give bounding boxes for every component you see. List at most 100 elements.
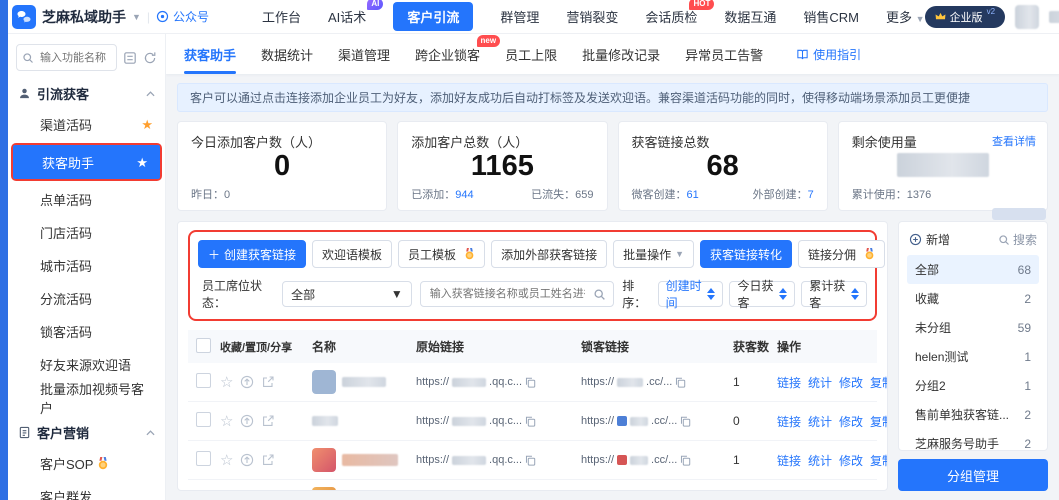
row-checkbox[interactable] [196, 412, 211, 427]
favorite-star-icon[interactable]: ★ [136, 156, 148, 169]
nav-item-customer-acquisition[interactable]: 客户引流 [393, 2, 473, 31]
copy-icon[interactable] [525, 455, 536, 466]
pin-top-icon[interactable] [240, 453, 254, 467]
action-copy[interactable]: 复制 [870, 452, 888, 469]
sidebar-item-city-qr[interactable]: 城市活码 [8, 249, 165, 282]
sidebar-section-acquisition[interactable]: 引流获客 [8, 75, 165, 108]
pin-top-icon[interactable] [240, 375, 254, 389]
star-icon[interactable]: ☆ [220, 375, 233, 390]
tab-acquisition-assistant[interactable]: 获客助手 [184, 34, 236, 74]
sort-create-time[interactable]: 创建时间 [658, 281, 724, 307]
action-stats[interactable]: 统计 [808, 374, 832, 391]
group-item-sesame-service[interactable]: 芝麻服务号助手2 [907, 429, 1039, 451]
link-conversion-button[interactable]: 获客链接转化 [700, 240, 792, 268]
group-item-helen-test[interactable]: helen测试1 [907, 342, 1039, 371]
share-icon[interactable] [261, 414, 275, 428]
pin-top-icon[interactable] [240, 414, 254, 428]
nav-item-ai-script[interactable]: AI话术 AI [328, 7, 366, 26]
tab-cross-company-lock[interactable]: 跨企业锁客 new [415, 34, 480, 74]
copy-icon[interactable] [675, 377, 686, 388]
group-search-button[interactable]: 搜索 [998, 231, 1037, 248]
action-copy[interactable]: 复制 [870, 374, 888, 391]
copy-icon[interactable] [525, 377, 536, 388]
edition-badge[interactable]: 企业版 v2 [925, 6, 1005, 28]
sidebar-item-customer-mass-send[interactable]: 客户群发 [8, 480, 165, 500]
nav-item-marketing-fission[interactable]: 营销裂变 [566, 7, 618, 26]
sidebar-item-friend-source-welcome[interactable]: 好友来源欢迎语 [8, 348, 165, 381]
create-link-button[interactable]: ＋ 创建获客链接 [198, 240, 306, 268]
sidebar-search-box[interactable] [16, 44, 117, 71]
sidebar-item-customer-sop[interactable]: 客户SOP [8, 447, 165, 480]
action-link[interactable]: 链接 [777, 491, 801, 492]
copy-icon[interactable] [680, 416, 691, 427]
star-icon[interactable]: ☆ [220, 414, 233, 429]
row-checkbox[interactable] [196, 373, 211, 388]
panel-list-icon[interactable] [123, 51, 137, 65]
nav-item-group-management[interactable]: 群管理 [500, 7, 539, 26]
sidebar-section-marketing[interactable]: 客户营销 [8, 414, 165, 447]
sidebar-item-channel-qr[interactable]: 渠道活码 ★ [8, 108, 165, 141]
tab-data-statistics[interactable]: 数据统计 [261, 34, 313, 74]
sort-total-acquired[interactable]: 累计获客 [801, 281, 867, 307]
group-manage-button[interactable]: 分组管理 [898, 459, 1048, 491]
action-edit[interactable]: 修改 [839, 374, 863, 391]
action-link[interactable]: 链接 [777, 452, 801, 469]
seat-status-select[interactable]: 全部 ▼ [282, 281, 412, 307]
sidebar-search-input[interactable] [38, 51, 108, 65]
nav-item-more[interactable]: 更多 ▼ [886, 7, 925, 26]
action-edit[interactable]: 修改 [839, 491, 863, 492]
action-edit[interactable]: 修改 [839, 413, 863, 430]
usage-guide-link[interactable]: 使用指引 [796, 46, 861, 63]
nav-item-workbench[interactable]: 工作台 [262, 7, 301, 26]
group-item-group2[interactable]: 分组21 [907, 371, 1039, 400]
sort-today-acquired[interactable]: 今日获客 [729, 281, 795, 307]
staff-template-button[interactable]: 员工模板 [398, 240, 485, 268]
favorite-star-icon[interactable]: ★ [141, 118, 153, 131]
star-icon[interactable]: ☆ [220, 453, 233, 468]
nav-item-data-interchange[interactable]: 数据互通 [724, 7, 776, 26]
action-link[interactable]: 链接 [777, 374, 801, 391]
share-icon[interactable] [261, 375, 275, 389]
tab-batch-edit-records[interactable]: 批量修改记录 [582, 34, 660, 74]
sidebar-item-order-qr[interactable]: 点单活码 [8, 183, 165, 216]
sidebar-item-lock-qr[interactable]: 锁客活码 [8, 315, 165, 348]
tab-abnormal-employee-alert[interactable]: 异常员工告警 [685, 34, 763, 74]
official-account-link[interactable]: 公众号 [156, 8, 209, 25]
action-stats[interactable]: 统计 [808, 413, 832, 430]
action-edit[interactable]: 修改 [839, 452, 863, 469]
brand-chevron-down-icon[interactable]: ▼ [132, 12, 141, 22]
select-all-checkbox[interactable] [196, 338, 211, 353]
copy-icon[interactable] [680, 455, 691, 466]
group-item-ungrouped[interactable]: 未分组59 [907, 313, 1039, 342]
sidebar-item-acquisition-assistant[interactable]: 获客助手 ★ [13, 145, 160, 179]
refresh-icon[interactable] [143, 51, 157, 65]
nav-item-sales-crm[interactable]: 销售CRM [803, 7, 859, 26]
tab-employee-limit[interactable]: 员工上限 [505, 34, 557, 74]
tab-channel-management[interactable]: 渠道管理 [338, 34, 390, 74]
action-stats[interactable]: 统计 [808, 491, 832, 492]
nav-item-chat-inspection[interactable]: 会话质检 HOT [645, 7, 697, 26]
link-commission-button[interactable]: 链接分佣 [798, 240, 885, 268]
view-details-link[interactable]: 查看详情 [992, 133, 1036, 149]
add-group-button[interactable]: 新增 [909, 231, 950, 248]
action-stats[interactable]: 统计 [808, 452, 832, 469]
welcome-template-button[interactable]: 欢迎语模板 [312, 240, 392, 268]
collapsed-floating-widget[interactable] [992, 208, 1046, 220]
link-search-box[interactable] [420, 281, 615, 307]
avatar[interactable] [1015, 5, 1039, 29]
row-checkbox[interactable] [196, 451, 211, 466]
share-icon[interactable] [261, 453, 275, 467]
group-item-all[interactable]: 全部68 [907, 255, 1039, 284]
row-checkbox[interactable] [196, 490, 211, 491]
sidebar-item-store-qr[interactable]: 门店活码 [8, 216, 165, 249]
group-item-favorites[interactable]: 收藏2 [907, 284, 1039, 313]
sidebar-item-batch-video-account[interactable]: 批量添加视频号客户 [8, 381, 165, 414]
link-search-input[interactable] [428, 287, 588, 301]
copy-icon[interactable] [525, 416, 536, 427]
batch-operation-button[interactable]: 批量操作▼ [613, 240, 694, 268]
action-link[interactable]: 链接 [777, 413, 801, 430]
action-copy[interactable]: 复制 [870, 413, 888, 430]
add-external-link-button[interactable]: 添加外部获客链接 [491, 240, 607, 268]
sidebar-item-split-qr[interactable]: 分流活码 [8, 282, 165, 315]
group-item-presales-links[interactable]: 售前单独获客链...2 [907, 400, 1039, 429]
